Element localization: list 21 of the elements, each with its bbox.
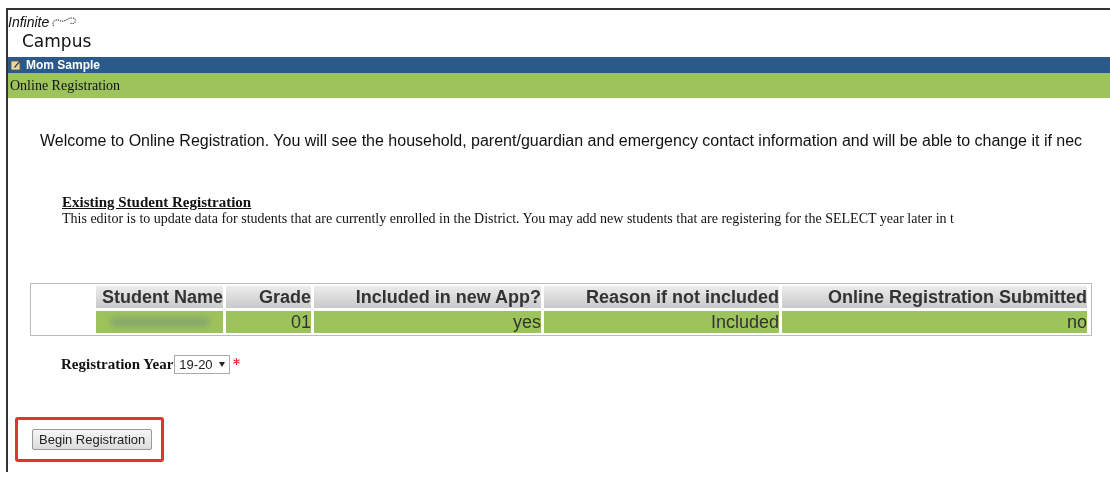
section-title: Existing Student Registration: [62, 194, 252, 211]
user-name: Mom Sample: [26, 58, 100, 72]
column-header: Online Registration Submitted: [782, 286, 1087, 308]
logo-text: Infinite: [8, 14, 50, 30]
column-header: Reason if not included: [544, 286, 779, 308]
page-title: Online Registration: [10, 77, 121, 94]
column-header: Grade: [226, 286, 311, 308]
begin-registration-button[interactable]: Begin Registration: [32, 429, 153, 450]
caret-icon: [218, 362, 225, 367]
column-header: Student Name: [96, 286, 223, 308]
welcome-text: Welcome to Online Registration. You will see the household, parent/guardian and emergency contact information and will be able to change it if nec: [40, 132, 1084, 150]
logo-text: Campus: [22, 32, 93, 50]
field-label: Registration Year: [61, 356, 174, 373]
notepad-icon: [10, 59, 22, 71]
table-cell: yes: [314, 311, 541, 333]
table-cell: 01: [226, 311, 311, 333]
table-cell: no: [782, 311, 1087, 333]
year-select[interactable]: 19-20: [174, 355, 230, 374]
column-header: Included in new App?: [314, 286, 541, 308]
table-cell: Included: [544, 311, 779, 333]
section-description: This editor is to update data for students that are currently enrolled in the District. You may add new students that are registering for the SELECT year later in t: [62, 211, 954, 227]
